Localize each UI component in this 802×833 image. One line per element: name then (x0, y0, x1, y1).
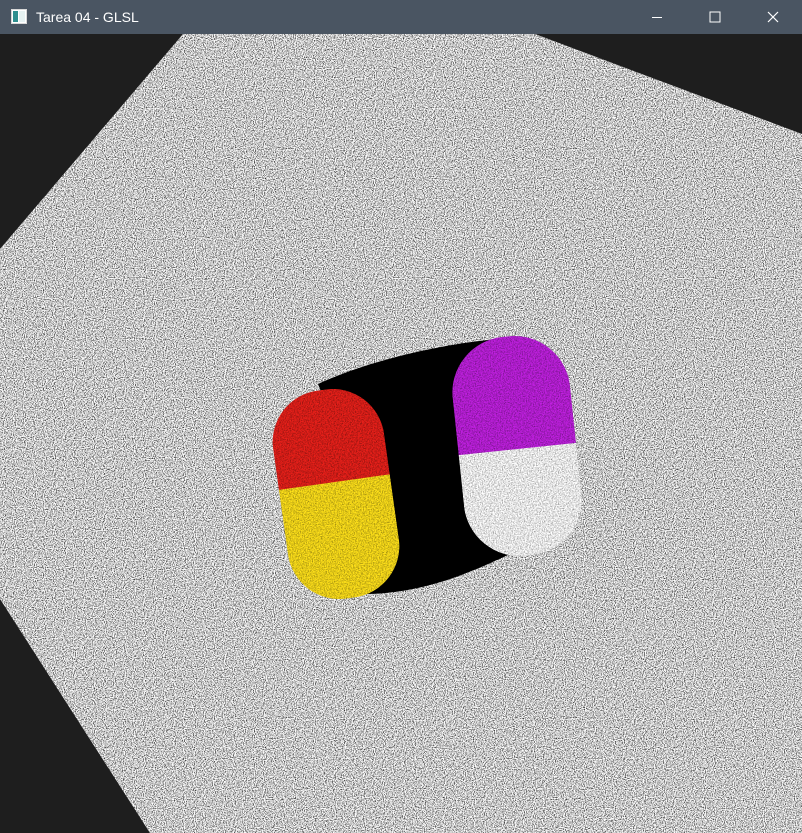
minimize-button[interactable] (628, 0, 686, 34)
window-title: Tarea 04 - GLSL (36, 9, 139, 25)
close-button[interactable] (744, 0, 802, 34)
application-window: Tarea 04 - GLSL (0, 0, 802, 833)
close-icon (767, 11, 779, 23)
minimize-icon (652, 17, 662, 18)
maximize-icon (709, 11, 721, 23)
render-viewport[interactable] (0, 34, 802, 833)
glsl-scene (0, 34, 802, 833)
window-app-icon (11, 9, 27, 24)
title-bar[interactable]: Tarea 04 - GLSL (0, 0, 802, 34)
window-controls (628, 0, 802, 34)
maximize-button[interactable] (686, 0, 744, 34)
